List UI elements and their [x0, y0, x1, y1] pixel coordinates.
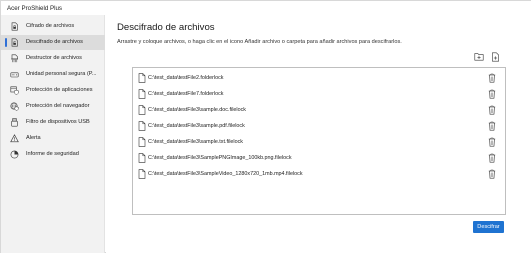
add-folder-button[interactable] — [473, 51, 484, 62]
file-path: C:\test_data\testFile3\sample.txt.filelo… — [148, 139, 243, 145]
decrypt-button[interactable]: Descifrar — [473, 221, 504, 233]
add-folder-icon — [474, 53, 483, 61]
sidebar-item-label: Protección del navegador — [26, 103, 90, 109]
file-lock-icon — [10, 22, 19, 31]
file-unlock-icon — [10, 38, 19, 47]
browser-shield-icon — [10, 102, 19, 111]
page-title: Descifrado de archivos — [117, 22, 215, 33]
file-icon — [138, 169, 146, 179]
trash-icon[interactable] — [488, 137, 496, 147]
app-shield-icon — [10, 86, 19, 95]
trash-icon[interactable] — [488, 89, 496, 99]
file-list[interactable]: C:\test_data\testFile2.folderlock C:\tes… — [132, 67, 506, 215]
list-item[interactable]: C:\test_data\testFile3\SamplePNGImage_10… — [133, 151, 505, 165]
trash-icon[interactable] — [488, 73, 496, 83]
sidebar-item-label: Filtro de dispositivos USB — [26, 119, 90, 125]
file-icon — [138, 121, 146, 131]
sidebar-item-file-decryption[interactable]: Descifrado de archivos — [1, 35, 105, 50]
trash-icon[interactable] — [488, 121, 496, 131]
sidebar-item-label: Alerta — [26, 135, 41, 141]
trash-icon[interactable] — [488, 105, 496, 115]
file-path: C:\test_data\testFile3\SampleVideo_1280x… — [148, 171, 303, 177]
file-path: C:\test_data\testFile3\SamplePNGImage_10… — [148, 155, 292, 161]
file-path: C:\test_data\testFile7.folderlock — [148, 91, 224, 97]
app-title: Acer ProShield Plus — [7, 5, 63, 12]
file-path: C:\test_data\testFile3\sample.pdf.filelo… — [148, 123, 245, 129]
sidebar-item-file-encryption[interactable]: Cifrado de archivos — [1, 19, 105, 34]
title-bar: Acer ProShield Plus — [1, 1, 105, 15]
trash-icon[interactable] — [488, 169, 496, 179]
sidebar-item-security-report[interactable]: Informe de seguridad — [1, 147, 105, 162]
usb-icon — [10, 118, 19, 127]
list-item[interactable]: C:\test_data\testFile2.folderlock — [133, 71, 505, 85]
sidebar: Cifrado de archivos Descifrado de archiv… — [1, 15, 105, 253]
main-content: Descifrado de archivos Arrastre y coloqu… — [106, 1, 531, 253]
sidebar-item-label: Informe de seguridad — [26, 151, 79, 157]
sidebar-item-label: Destructor de archivos — [26, 55, 82, 61]
list-item[interactable]: C:\test_data\testFile3\sample.txt.filelo… — [133, 135, 505, 149]
file-icon — [138, 73, 146, 83]
file-icon — [138, 89, 146, 99]
file-icon — [138, 153, 146, 163]
report-icon — [10, 150, 19, 159]
sidebar-item-secure-drive[interactable]: Unidad personal segura (P... — [1, 67, 105, 82]
sidebar-item-app-protection[interactable]: Protección de aplicaciones — [1, 83, 105, 98]
sidebar-item-label: Descifrado de archivos — [26, 39, 83, 45]
sidebar-item-usb-filter[interactable]: Filtro de dispositivos USB — [1, 115, 105, 130]
list-item[interactable]: C:\test_data\testFile7.folderlock — [133, 87, 505, 101]
secure-drive-icon — [10, 70, 19, 79]
list-item[interactable]: C:\test_data\testFile3\sample.pdf.filelo… — [133, 119, 505, 133]
add-file-button[interactable] — [490, 51, 501, 62]
page-description: Arrastre y coloque archivos, o haga clic… — [117, 39, 402, 45]
active-indicator — [5, 38, 7, 47]
list-item[interactable]: C:\test_data\testFile3\sample.doc.filelo… — [133, 103, 505, 117]
sidebar-item-browser-protection[interactable]: Protección del navegador — [1, 99, 105, 114]
sidebar-item-label: Cifrado de archivos — [26, 23, 75, 29]
trash-icon[interactable] — [488, 153, 496, 163]
sidebar-item-alert[interactable]: Alerta — [1, 131, 105, 146]
file-icon — [138, 137, 146, 147]
file-path: C:\test_data\testFile3\sample.doc.filelo… — [148, 107, 246, 113]
shredder-icon — [10, 54, 19, 63]
file-path: C:\test_data\testFile2.folderlock — [148, 75, 224, 81]
add-file-icon — [492, 52, 499, 61]
sidebar-item-file-shredder[interactable]: Destructor de archivos — [1, 51, 105, 66]
sidebar-item-label: Protección de aplicaciones — [26, 87, 93, 93]
warning-icon — [10, 134, 19, 143]
app-window: Acer ProShield Plus Cifrado de archivos … — [0, 0, 531, 253]
sidebar-item-label: Unidad personal segura (P... — [26, 71, 97, 77]
file-icon — [138, 105, 146, 115]
list-item[interactable]: C:\test_data\testFile3\SampleVideo_1280x… — [133, 167, 505, 181]
